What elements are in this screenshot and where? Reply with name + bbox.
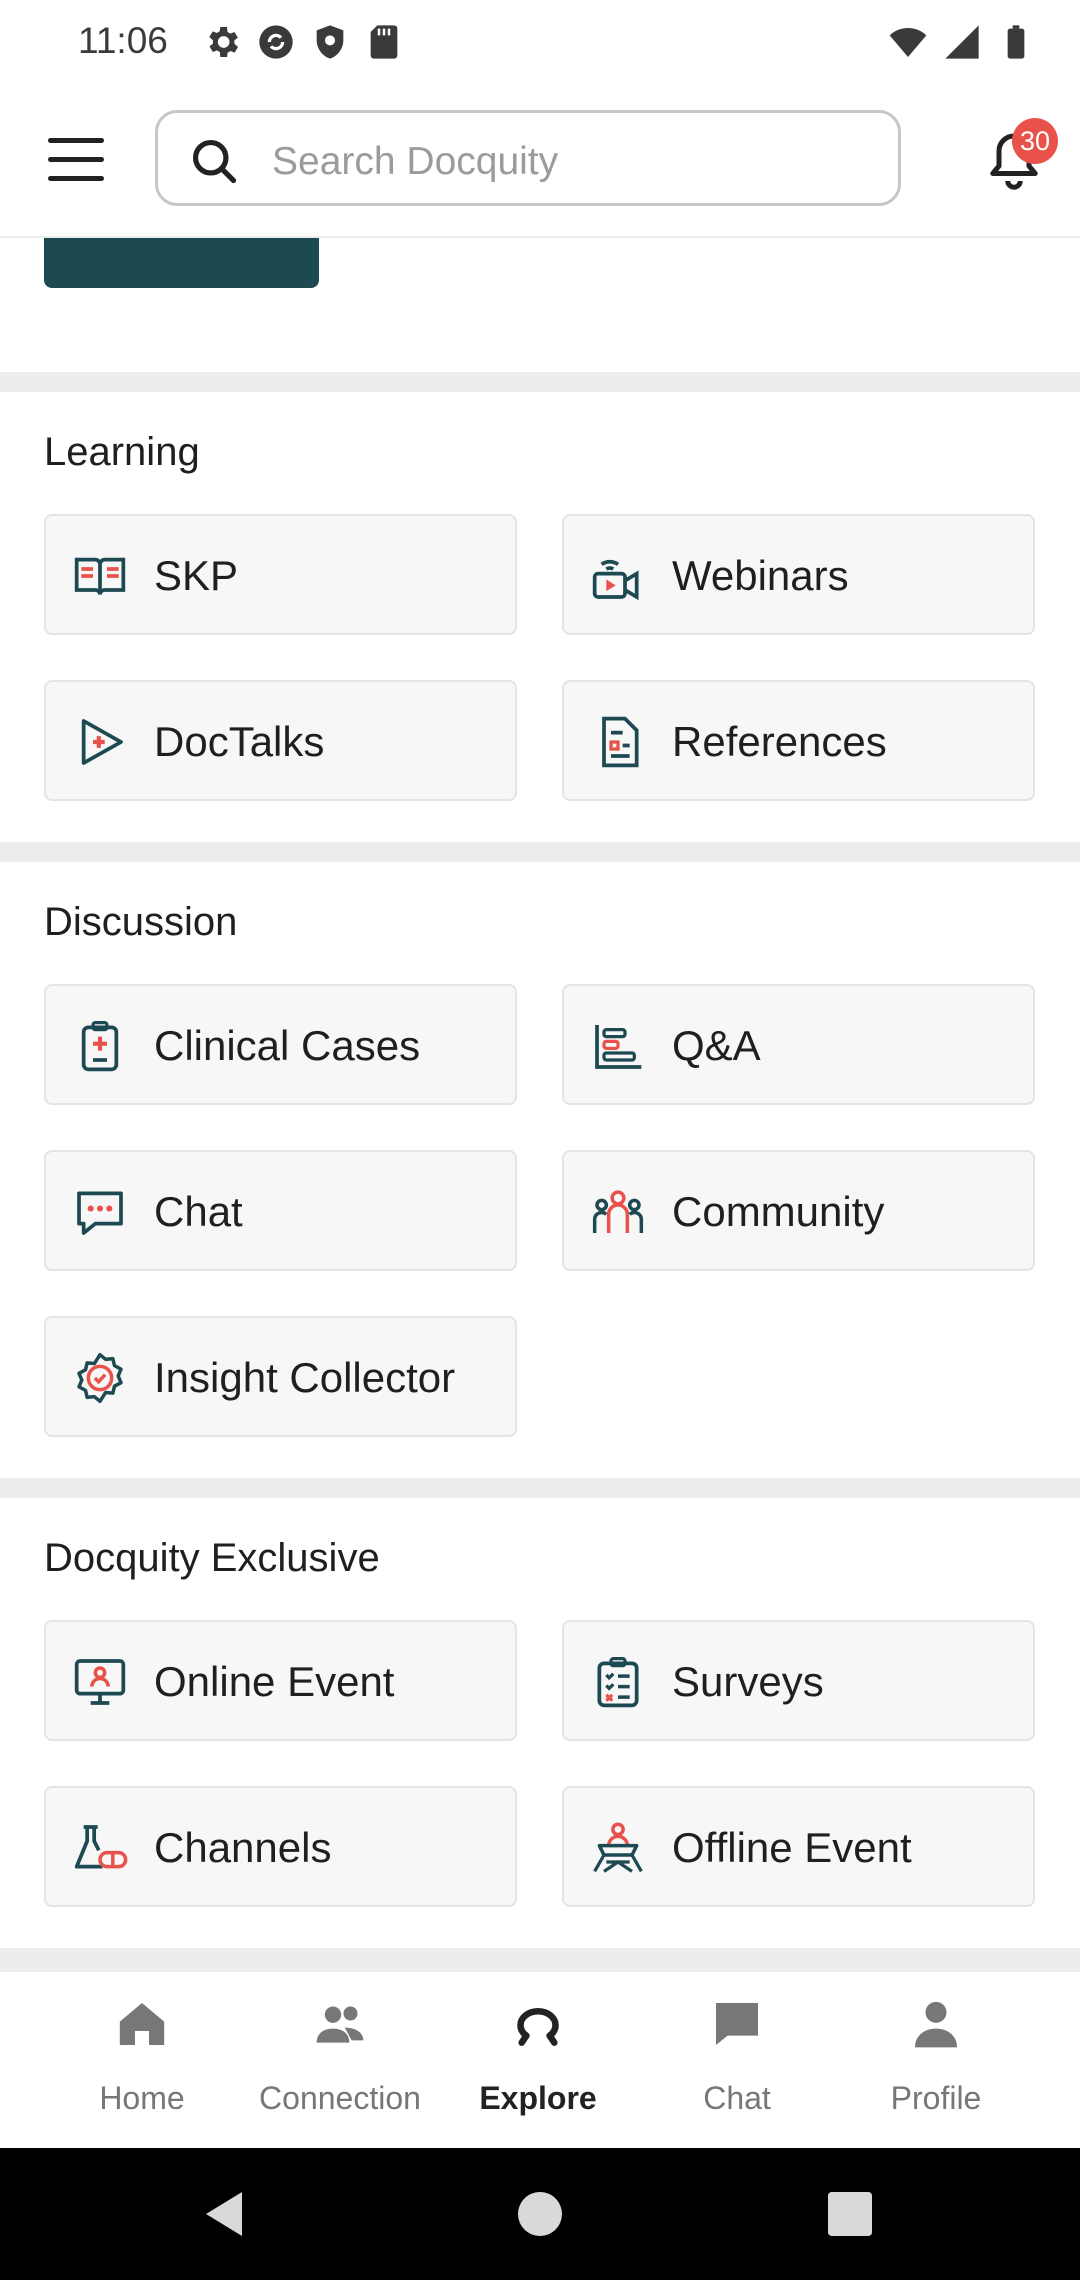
sync-icon	[259, 25, 293, 59]
wifi-icon	[889, 28, 927, 57]
section-divider	[0, 1948, 1080, 1972]
tile-label: References	[672, 718, 887, 765]
clipboard-medical-icon	[81, 1021, 119, 1072]
tile-label: Q&A	[672, 1022, 761, 1069]
signal-icon	[945, 25, 979, 59]
tile-label: DocTalks	[154, 718, 325, 765]
section-title-exclusive: Docquity Exclusive	[44, 1536, 380, 1580]
tile-label: Clinical Cases	[154, 1022, 421, 1069]
chat-bubble-icon	[77, 1191, 123, 1235]
tile-online-event[interactable]: Online Event	[44, 1620, 517, 1741]
podium-speaker-icon	[593, 1822, 643, 1873]
play-icon	[81, 719, 123, 765]
qa-bars-icon	[595, 1025, 642, 1069]
tile-label: Insight Collector	[154, 1354, 456, 1401]
tile-surveys[interactable]: Surveys	[562, 1620, 1035, 1741]
nav-connection[interactable]: Connection	[240, 1972, 440, 2148]
tile-label: Surveys	[672, 1658, 824, 1705]
battery-icon	[1007, 25, 1025, 59]
hamburger-line	[48, 176, 104, 181]
section-title-learning: Learning	[44, 430, 200, 474]
tile-clinical-cases[interactable]: Clinical Cases	[44, 984, 517, 1105]
hamburger-line	[48, 138, 104, 143]
tile-label: Online Event	[154, 1658, 395, 1705]
system-nav-bar	[0, 2148, 1080, 2280]
explore-icon	[517, 2008, 559, 2046]
recents-icon[interactable]	[828, 2192, 872, 2236]
top-bar: Search Docquity 30	[0, 88, 1080, 238]
search-input[interactable]: Search Docquity	[155, 110, 901, 206]
settings-icon	[209, 27, 238, 57]
chat-icon	[716, 2003, 758, 2045]
status-bar: 11:06	[0, 0, 1080, 88]
flask-pill-icon	[74, 1825, 128, 1869]
nav-label: Home	[99, 2080, 185, 2116]
home-circle-icon[interactable]	[518, 2192, 562, 2236]
tile-skp[interactable]: SKP	[44, 514, 517, 635]
tile-community[interactable]: Community	[562, 1150, 1035, 1271]
tile-channels[interactable]: Channels	[44, 1786, 517, 1907]
shield-icon	[316, 25, 344, 59]
status-time: 11:06	[78, 20, 168, 61]
nav-chat[interactable]: Chat	[637, 1972, 837, 2148]
nav-label: Chat	[703, 2080, 771, 2116]
section-divider	[0, 842, 1080, 862]
sd-card-icon	[370, 25, 398, 59]
tile-insight-collector[interactable]: Insight Collector	[44, 1316, 517, 1437]
nav-profile[interactable]: Profile	[836, 1972, 1036, 2148]
notification-badge: 30	[1012, 118, 1058, 164]
tile-references[interactable]: References	[562, 680, 1035, 801]
tile-label: Channels	[154, 1824, 332, 1871]
menu-button[interactable]	[48, 138, 104, 186]
nav-home[interactable]: Home	[42, 1972, 242, 2148]
section-divider	[0, 372, 1080, 392]
section-title-discussion: Discussion	[44, 900, 238, 944]
tile-label: SKP	[154, 552, 239, 599]
home-icon	[119, 2003, 165, 2045]
tile-offline-event[interactable]: Offline Event	[562, 1786, 1035, 1907]
banner-button[interactable]	[44, 238, 319, 288]
nav-explore[interactable]: Explore	[438, 1972, 638, 2148]
tile-webinars[interactable]: Webinars	[562, 514, 1035, 635]
tile-doctalks[interactable]: DocTalks	[44, 680, 517, 801]
monitor-presenter-icon	[74, 1659, 126, 1705]
back-icon[interactable]	[202, 2188, 250, 2240]
bottom-nav: Home Connection Explore Chat Profile	[0, 1972, 1080, 2148]
search-icon	[192, 139, 237, 184]
hamburger-line	[48, 157, 104, 162]
community-icon	[592, 1190, 644, 1233]
tile-chat[interactable]: Chat	[44, 1150, 517, 1271]
document-icon	[602, 716, 639, 768]
tile-label: Offline Event	[672, 1824, 912, 1871]
person-icon	[915, 2001, 957, 2048]
checklist-icon	[597, 1657, 639, 1708]
tile-label: Chat	[154, 1188, 243, 1235]
book-icon	[74, 557, 126, 595]
tile-qa[interactable]: Q&A	[562, 984, 1035, 1105]
nav-label: Profile	[890, 2080, 982, 2116]
search-placeholder: Search Docquity	[272, 140, 559, 183]
badge-check-icon	[77, 1352, 123, 1404]
webinar-icon	[592, 559, 639, 601]
nav-label: Explore	[479, 2080, 597, 2116]
people-icon	[316, 2006, 364, 2043]
section-divider	[0, 1478, 1080, 1498]
tile-label: Webinars	[672, 552, 849, 599]
tile-label: Community	[672, 1188, 885, 1235]
nav-label: Connection	[259, 2080, 421, 2116]
